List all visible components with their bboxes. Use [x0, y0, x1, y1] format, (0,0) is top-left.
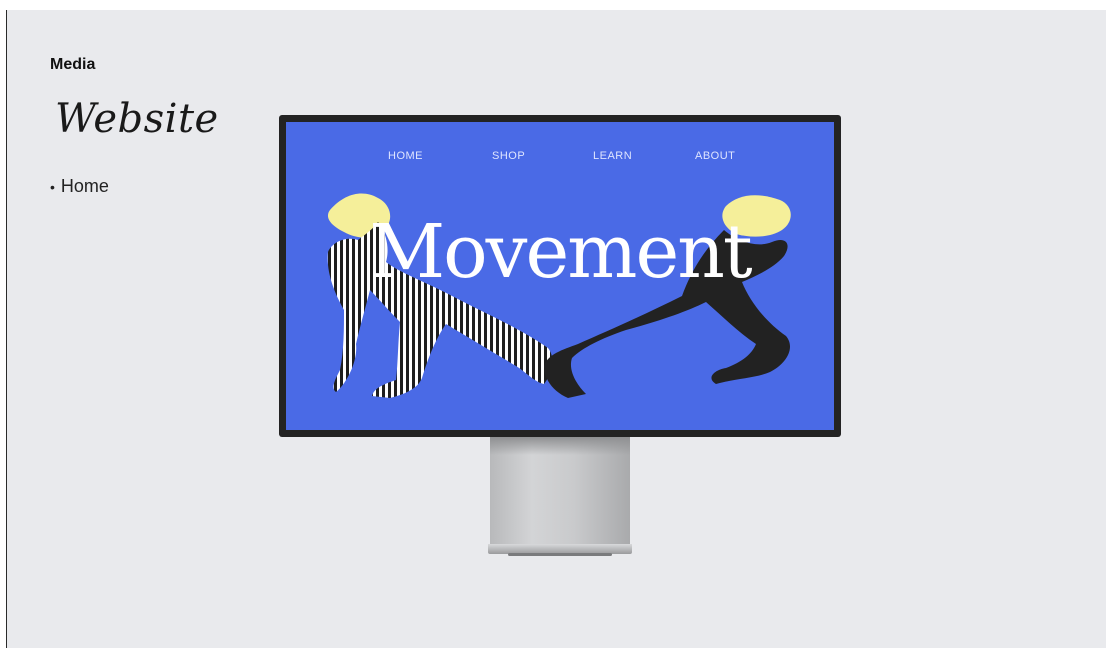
slide-left-rule	[6, 10, 7, 648]
monitor-mockup: HOME SHOP LEARN ABOUT Movement	[279, 115, 841, 437]
bullet-label: Home	[60, 176, 109, 196]
bullet-dot-icon: •	[50, 178, 55, 195]
section-label: Media	[50, 56, 96, 73]
page-title: Website	[55, 96, 219, 142]
list-item: • Home	[50, 176, 109, 197]
monitor-stand-shadow	[490, 437, 630, 455]
monitor-screen: HOME SHOP LEARN ABOUT Movement	[286, 122, 834, 430]
monitor-stand-foot	[488, 544, 632, 556]
hero-word: Movement	[369, 209, 752, 295]
